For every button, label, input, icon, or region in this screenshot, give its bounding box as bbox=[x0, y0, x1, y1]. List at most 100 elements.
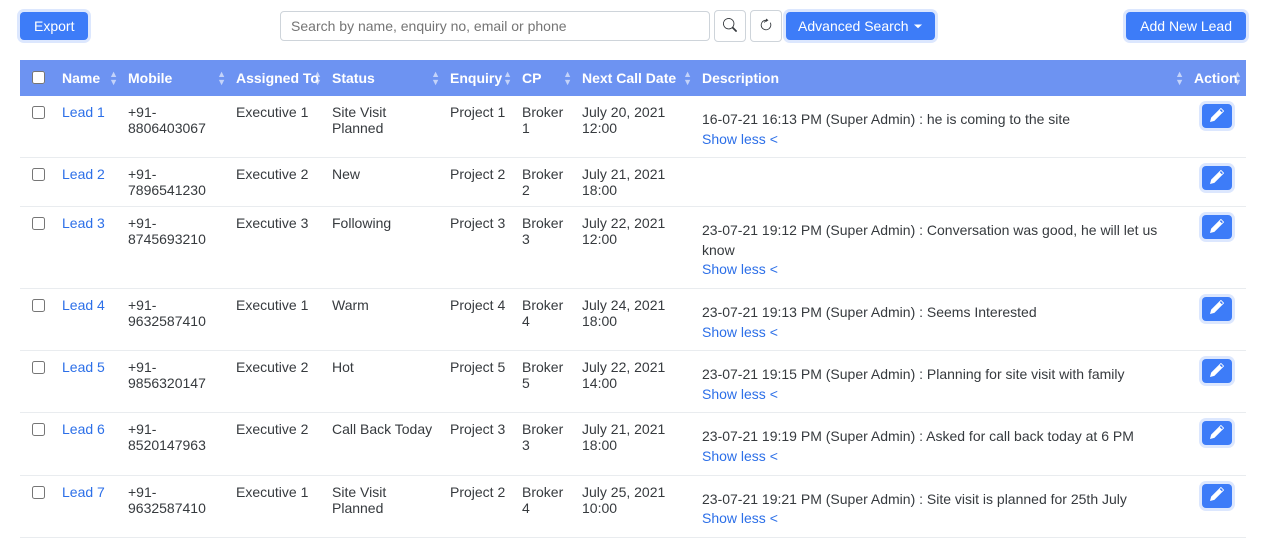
pencil-icon bbox=[1210, 219, 1224, 236]
cell-status: New bbox=[326, 158, 444, 207]
chevron-down-icon bbox=[913, 18, 923, 34]
edit-button[interactable] bbox=[1202, 359, 1232, 383]
cell-status: Site Visit Planned bbox=[326, 475, 444, 537]
cell-mobile: +91-9632587410 bbox=[122, 288, 230, 350]
select-all-checkbox[interactable] bbox=[32, 71, 45, 84]
cell-mobile: +91-9632587410 bbox=[122, 475, 230, 537]
pencil-icon bbox=[1210, 425, 1224, 442]
sort-icon: ▲▼ bbox=[109, 70, 118, 86]
add-new-lead-button[interactable]: Add New Lead bbox=[1126, 12, 1246, 40]
cell-description: 23-07-21 19:21 PM (Super Admin) : Site v… bbox=[696, 475, 1188, 537]
cell-assigned-to: Executive 1 bbox=[230, 475, 326, 537]
lead-link[interactable]: Lead 3 bbox=[62, 215, 105, 231]
header-cp[interactable]: CP▲▼ bbox=[516, 60, 576, 96]
lead-link[interactable]: Lead 5 bbox=[62, 359, 105, 375]
cell-enquiry: Project 1 bbox=[444, 96, 516, 158]
cell-next-call: July 24, 2021 18:00 bbox=[576, 288, 696, 350]
description-text: 23-07-21 19:15 PM (Super Admin) : Planni… bbox=[702, 365, 1182, 385]
header-assigned-to[interactable]: Assigned To▲▼ bbox=[230, 60, 326, 96]
row-checkbox[interactable] bbox=[32, 361, 45, 374]
cell-mobile: +91-7896541230 bbox=[122, 158, 230, 207]
cell-description: 23-07-21 19:15 PM (Super Admin) : Planni… bbox=[696, 351, 1188, 413]
table-row: Lead 4 +91-9632587410Executive 1WarmProje… bbox=[20, 288, 1246, 350]
cell-status: Hot bbox=[326, 351, 444, 413]
pencil-icon bbox=[1210, 300, 1224, 317]
cell-enquiry: Project 2 bbox=[444, 158, 516, 207]
cell-enquiry: Project 3 bbox=[444, 207, 516, 289]
lead-link[interactable]: Lead 6 bbox=[62, 421, 105, 437]
table-row: Lead 3+91-8745693210Executive 3Following… bbox=[20, 207, 1246, 289]
table-row: Lead 6+91-8520147963Executive 2Call Back… bbox=[20, 413, 1246, 475]
show-less-link[interactable]: Show less < bbox=[702, 448, 778, 464]
cell-next-call: July 22, 2021 12:00 bbox=[576, 207, 696, 289]
lead-link[interactable]: Lead 7 bbox=[62, 484, 105, 500]
cell-cp: Broker 3 bbox=[516, 207, 576, 289]
cell-assigned-to: Executive 1 bbox=[230, 96, 326, 158]
cell-cp: Broker 4 bbox=[516, 288, 576, 350]
cell-description: 23-07-21 19:13 PM (Super Admin) : Seems … bbox=[696, 288, 1188, 350]
lead-link[interactable]: Lead 1 bbox=[62, 104, 105, 120]
cell-description bbox=[696, 158, 1188, 207]
cell-assigned-to: Executive 1 bbox=[230, 288, 326, 350]
lead-link[interactable]: Lead 4 bbox=[62, 297, 105, 313]
header-enquiry[interactable]: Enquiry▲▼ bbox=[444, 60, 516, 96]
sort-icon: ▲▼ bbox=[563, 70, 572, 86]
search-button[interactable] bbox=[714, 10, 746, 42]
edit-button[interactable] bbox=[1202, 104, 1232, 128]
header-mobile[interactable]: Mobile▲▼ bbox=[122, 60, 230, 96]
row-checkbox[interactable] bbox=[32, 423, 45, 436]
show-less-link[interactable]: Show less < bbox=[702, 510, 778, 526]
sort-icon: ▲▼ bbox=[503, 70, 512, 86]
cell-status: Site Visit Planned bbox=[326, 96, 444, 158]
edit-button[interactable] bbox=[1202, 484, 1232, 508]
header-next-call[interactable]: Next Call Date▲▼ bbox=[576, 60, 696, 96]
cell-enquiry: Project 3 bbox=[444, 413, 516, 475]
edit-button[interactable] bbox=[1202, 421, 1232, 445]
row-checkbox[interactable] bbox=[32, 106, 45, 119]
header-status[interactable]: Status▲▼ bbox=[326, 60, 444, 96]
edit-button[interactable] bbox=[1202, 215, 1232, 239]
cell-next-call: July 20, 2021 12:00 bbox=[576, 96, 696, 158]
cell-enquiry: Project 4 bbox=[444, 288, 516, 350]
sort-icon: ▲▼ bbox=[431, 70, 440, 86]
table-row: Lead 7 +91-9632587410Executive 1Site Visi… bbox=[20, 475, 1246, 537]
edit-button[interactable] bbox=[1202, 297, 1232, 321]
cell-cp: Broker 2 bbox=[516, 158, 576, 207]
edit-button[interactable] bbox=[1202, 166, 1232, 190]
refresh-icon bbox=[759, 18, 773, 35]
cell-assigned-to: Executive 2 bbox=[230, 413, 326, 475]
export-button[interactable]: Export bbox=[20, 12, 88, 40]
refresh-button[interactable] bbox=[750, 10, 782, 42]
search-icon bbox=[723, 18, 737, 35]
row-checkbox[interactable] bbox=[32, 168, 45, 181]
description-text: 16-07-21 16:13 PM (Super Admin) : he is … bbox=[702, 110, 1182, 130]
show-less-link[interactable]: Show less < bbox=[702, 261, 778, 277]
search-input[interactable] bbox=[280, 11, 710, 41]
show-less-link[interactable]: Show less < bbox=[702, 386, 778, 402]
show-less-link[interactable]: Show less < bbox=[702, 324, 778, 340]
sort-icon: ▲▼ bbox=[313, 70, 322, 86]
table-row: Lead 1+91-8806403067Executive 1Site Visi… bbox=[20, 96, 1246, 158]
cell-description: 16-07-21 16:13 PM (Super Admin) : he is … bbox=[696, 96, 1188, 158]
show-less-link[interactable]: Show less < bbox=[702, 131, 778, 147]
cell-status: Call Back Today bbox=[326, 413, 444, 475]
lead-link[interactable]: Lead 2 bbox=[62, 166, 105, 182]
header-name[interactable]: Name▲▼ bbox=[56, 60, 122, 96]
row-checkbox[interactable] bbox=[32, 299, 45, 312]
row-checkbox[interactable] bbox=[32, 486, 45, 499]
header-description[interactable]: Description▲▼ bbox=[696, 60, 1188, 96]
description-text: 23-07-21 19:12 PM (Super Admin) : Conver… bbox=[702, 221, 1182, 260]
cell-cp: Broker 4 bbox=[516, 475, 576, 537]
sort-icon: ▲▼ bbox=[217, 70, 226, 86]
cell-cp: Broker 1 bbox=[516, 96, 576, 158]
advanced-search-label: Advanced Search bbox=[798, 18, 909, 34]
cell-status: Warm bbox=[326, 288, 444, 350]
table-row: Lead 2+91-7896541230Executive 2NewProjec… bbox=[20, 158, 1246, 207]
row-checkbox[interactable] bbox=[32, 217, 45, 230]
pencil-icon bbox=[1210, 108, 1224, 125]
cell-next-call: July 21, 2021 18:00 bbox=[576, 158, 696, 207]
pencil-icon bbox=[1210, 363, 1224, 380]
advanced-search-button[interactable]: Advanced Search bbox=[786, 12, 935, 40]
description-text: 23-07-21 19:19 PM (Super Admin) : Asked … bbox=[702, 427, 1182, 447]
cell-cp: Broker 3 bbox=[516, 413, 576, 475]
